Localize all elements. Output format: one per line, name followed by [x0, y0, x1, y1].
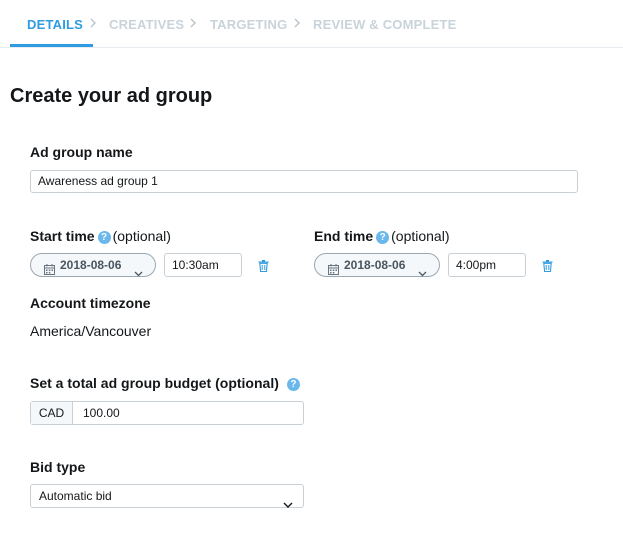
account-timezone-label: Account timezone	[30, 295, 151, 311]
chevron-right-icon	[88, 16, 98, 30]
calendar-icon	[328, 260, 339, 275]
chevron-right-icon	[292, 16, 302, 30]
chevron-down-icon	[134, 262, 143, 284]
bid-type-selected-value: Automatic bid	[39, 489, 112, 503]
ad-group-name-label: Ad group name	[30, 144, 133, 160]
chevron-down-icon	[418, 262, 427, 284]
start-date-picker[interactable]: 2018-08-06	[30, 253, 156, 277]
budget-label: Set a total ad group budget (optional)?	[30, 375, 302, 391]
end-time-input[interactable]: 4:00pm	[448, 253, 526, 277]
start-time-label-text: Start time	[30, 228, 95, 244]
bid-type-select[interactable]: Automatic bid	[30, 484, 304, 508]
trash-icon[interactable]	[258, 259, 269, 273]
trash-icon[interactable]	[542, 259, 553, 273]
step-review-complete[interactable]: REVIEW & COMPLETE	[313, 17, 457, 32]
end-date-value: 2018-08-06	[344, 258, 406, 272]
chevron-right-icon	[188, 16, 198, 30]
chevron-down-icon	[283, 493, 293, 515]
step-navigation: DETAILS CREATIVES TARGETING REVIEW & COM…	[0, 0, 623, 48]
ad-group-name-input[interactable]: Awareness ad group 1	[30, 170, 578, 193]
help-icon[interactable]: ?	[286, 378, 300, 391]
end-date-picker[interactable]: 2018-08-06	[314, 253, 440, 277]
step-details[interactable]: DETAILS	[27, 17, 83, 32]
page-title: Create your ad group	[10, 85, 213, 107]
end-time-optional-text: (optional)	[391, 228, 450, 244]
help-icon[interactable]: ?	[376, 231, 390, 244]
start-time-optional-text: (optional)	[112, 228, 171, 244]
bid-type-label: Bid type	[30, 459, 86, 475]
currency-addon: CAD	[31, 402, 73, 424]
end-time-label-text: End time	[314, 228, 374, 244]
budget-amount-input[interactable]: 100.00	[83, 402, 120, 424]
active-step-indicator	[10, 44, 93, 47]
account-timezone-value: America/Vancouver	[30, 323, 152, 339]
start-time-input[interactable]: 10:30am	[164, 253, 242, 277]
start-time-label: Start time? (optional)	[30, 228, 171, 244]
budget-input-group: CAD 100.00	[30, 401, 304, 425]
end-time-label: End time? (optional)	[314, 228, 450, 244]
help-icon[interactable]: ?	[97, 231, 111, 244]
calendar-icon	[44, 260, 55, 275]
step-creatives[interactable]: CREATIVES	[109, 17, 184, 32]
start-date-value: 2018-08-06	[60, 258, 122, 272]
budget-label-text: Set a total ad group budget (optional)	[30, 375, 279, 391]
step-targeting[interactable]: TARGETING	[210, 17, 287, 32]
